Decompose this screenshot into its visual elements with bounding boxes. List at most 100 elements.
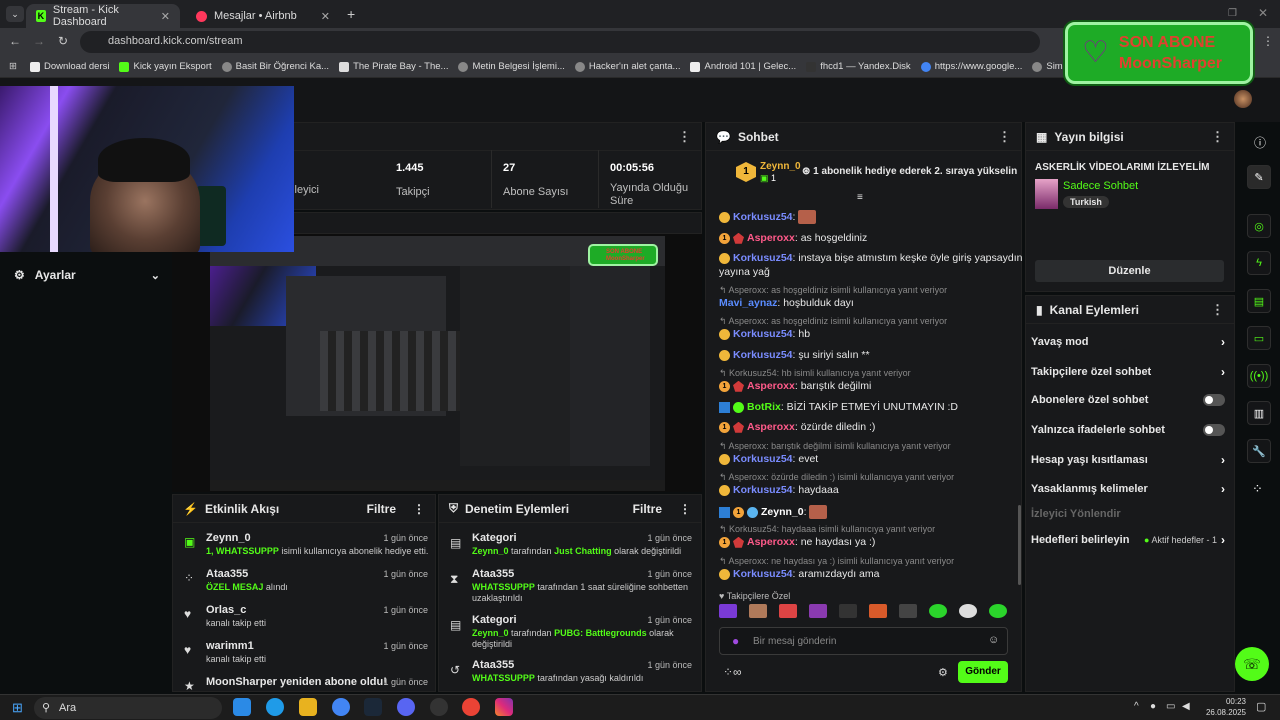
avatar[interactable] [1234, 90, 1252, 108]
clock[interactable]: 00:23 26.08.2025 [1200, 696, 1246, 718]
subscribers-only-toggle[interactable] [1203, 394, 1225, 406]
edit-button[interactable]: Düzenle [1035, 260, 1224, 282]
wrench-icon[interactable]: 🔧 [1247, 439, 1271, 463]
obs-icon[interactable] [430, 698, 448, 716]
emote-icon[interactable] [779, 604, 797, 618]
send-button[interactable]: Gönder [958, 661, 1008, 683]
more-icon[interactable]: ⋮ [678, 129, 691, 145]
broadcast-icon[interactable]: ((•)) [1247, 364, 1271, 388]
microphone-tray-icon[interactable]: ● [1150, 701, 1156, 712]
chevron-right-icon: › [1221, 335, 1225, 349]
emote-icon[interactable] [869, 604, 887, 618]
close-icon[interactable]: ✕ [321, 10, 330, 23]
tab-list-button[interactable]: ⌄ [6, 6, 24, 22]
browser-menu-icon[interactable]: ⋮ [1262, 34, 1274, 48]
goals-row[interactable]: Hedefleri belirleyin ● Aktif hedefler - 1… [1031, 533, 1225, 547]
slow-mode-row[interactable]: Yavaş mod › [1031, 335, 1225, 349]
emotes-only-row[interactable]: Yalnızca ifadelerle sohbet [1031, 424, 1225, 436]
notifications-icon[interactable]: ▢ [1256, 700, 1266, 713]
chat-input[interactable]: ● Bir mesaj gönderin ☺ [719, 627, 1008, 655]
more-icon[interactable]: ⋮ [1211, 302, 1224, 318]
pin-collapse-icon[interactable]: ≡ [857, 192, 863, 203]
network-icon[interactable]: ▭ [1166, 701, 1175, 712]
steam-icon[interactable] [364, 698, 382, 716]
filter-button[interactable]: Filtre [633, 502, 662, 516]
emoji-icon[interactable]: ☺ [988, 634, 999, 646]
bookmark-item[interactable]: Android 101 | Gelec... [690, 61, 796, 72]
account-age-row[interactable]: Hesap yaşı kısıtlaması › [1031, 453, 1225, 467]
kick-points-icon[interactable]: ⁘∞ [723, 665, 742, 679]
chevron-down-icon[interactable]: ⌄ [151, 269, 160, 282]
bookmark-item[interactable]: The Pirate Bay - The... [339, 61, 448, 72]
emote-icon[interactable] [989, 604, 1007, 618]
subscribers-only-row[interactable]: Abonelere özel sohbet [1031, 394, 1225, 406]
chrome-profile-icon[interactable] [462, 698, 480, 716]
emotes-only-toggle[interactable] [1203, 424, 1225, 436]
filter-button[interactable]: Filtre [367, 502, 396, 516]
chat-message: 1 Asperoxx: as hoşgeldiniz [719, 232, 867, 244]
target-icon[interactable]: ◎ [1247, 214, 1271, 238]
instagram-icon[interactable] [495, 698, 513, 716]
chat-message: Korkusuz54: şu siriyi salın ** [719, 349, 870, 361]
back-arrow-icon[interactable]: ← [9, 34, 21, 48]
bookmark-item[interactable]: Basit Bir Öğrenci Ka... [221, 61, 329, 72]
document-icon[interactable]: ▤ [1247, 289, 1271, 313]
chat-scrollbar[interactable] [1018, 505, 1021, 585]
restore-icon[interactable]: ❐ [1228, 8, 1237, 19]
emote-icon[interactable] [899, 604, 917, 618]
bookmark-item[interactable]: Hacker'ın alet çanta... [574, 61, 680, 72]
apps-grid-icon[interactable]: ⊞ [9, 61, 17, 72]
followers-only-row[interactable]: Takipçilere özel sohbet › [1031, 365, 1225, 379]
emote-icon[interactable] [929, 604, 947, 618]
copilot-icon[interactable] [233, 698, 251, 716]
new-tab-icon[interactable]: + [347, 6, 355, 22]
more-icon[interactable]: ⋮ [413, 502, 425, 516]
window-close-icon[interactable]: ✕ [1258, 6, 1268, 20]
more-icon[interactable]: ⋮ [998, 129, 1011, 145]
emote-icon[interactable] [719, 604, 737, 618]
volume-icon[interactable]: ◀ [1182, 701, 1190, 712]
light-strip [50, 86, 58, 252]
kick-points-icon[interactable]: ⁘ [1252, 481, 1263, 497]
verified-badge-icon [733, 401, 744, 413]
forward-arrow-icon[interactable]: → [33, 34, 45, 48]
bookmark-item[interactable]: Metin Belgesi İşlemi... [458, 61, 565, 72]
chat-message: Mavi_aynaz: hoşbulduk dayı [719, 297, 854, 309]
bookmark-item[interactable]: Kick yayın Eksport [119, 61, 212, 72]
bookmark-item[interactable]: Download dersi [30, 61, 109, 72]
emote-icon[interactable] [839, 604, 857, 618]
layout-icon[interactable]: ▥ [1247, 401, 1271, 425]
emote-icon[interactable] [959, 604, 977, 618]
category-link[interactable]: Sadece Sohbet [1063, 180, 1138, 192]
category-thumbnail [1035, 179, 1058, 209]
gear-icon: ⚙ [14, 268, 25, 282]
tab-kick-dashboard[interactable]: K Stream - Kick Dashboard ✕ [26, 4, 180, 28]
emote-icon[interactable] [809, 604, 827, 618]
info-icon[interactable]: ⓘ [1254, 134, 1266, 151]
tab-airbnb[interactable]: Mesajlar • Airbnb ✕ [186, 4, 340, 28]
sidebar-item-settings[interactable]: ⚙ Ayarlar ⌄ [14, 268, 160, 282]
windows-start-icon[interactable]: ⊞ [12, 700, 23, 716]
comment-icon[interactable]: ▭ [1247, 326, 1271, 350]
more-icon[interactable]: ⋮ [1211, 129, 1224, 145]
microphone-icon[interactable]: ● [732, 634, 739, 648]
tray-chevron-icon[interactable]: ^ [1134, 701, 1139, 712]
emote-icon[interactable] [749, 604, 767, 618]
bookmark-item[interactable]: https://www.google... [920, 61, 1022, 72]
url-input[interactable]: dashboard.kick.com/stream [80, 31, 1040, 53]
edge-icon[interactable] [266, 698, 284, 716]
help-chat-button[interactable]: ☏ [1235, 647, 1269, 681]
pencil-icon[interactable]: ✎ [1247, 165, 1271, 189]
lightning-icon[interactable]: ϟ [1247, 251, 1271, 275]
gear-icon[interactable]: ⚙ [938, 666, 948, 679]
chrome-icon[interactable] [332, 698, 350, 716]
discord-icon[interactable] [397, 698, 415, 716]
bookmark-item[interactable]: fhcd1 — Yandex.Disk [806, 61, 911, 72]
stream-preview[interactable]: SON ABONE MoonSharper [172, 234, 702, 492]
taskbar-search-input[interactable]: ⚲ Ara [34, 697, 222, 719]
more-icon[interactable]: ⋮ [679, 502, 691, 516]
reload-icon[interactable]: ↻ [58, 34, 68, 48]
banned-words-row[interactable]: Yasaklanmış kelimeler › [1031, 482, 1225, 496]
file-explorer-icon[interactable] [299, 698, 317, 716]
close-icon[interactable]: ✕ [161, 10, 170, 23]
